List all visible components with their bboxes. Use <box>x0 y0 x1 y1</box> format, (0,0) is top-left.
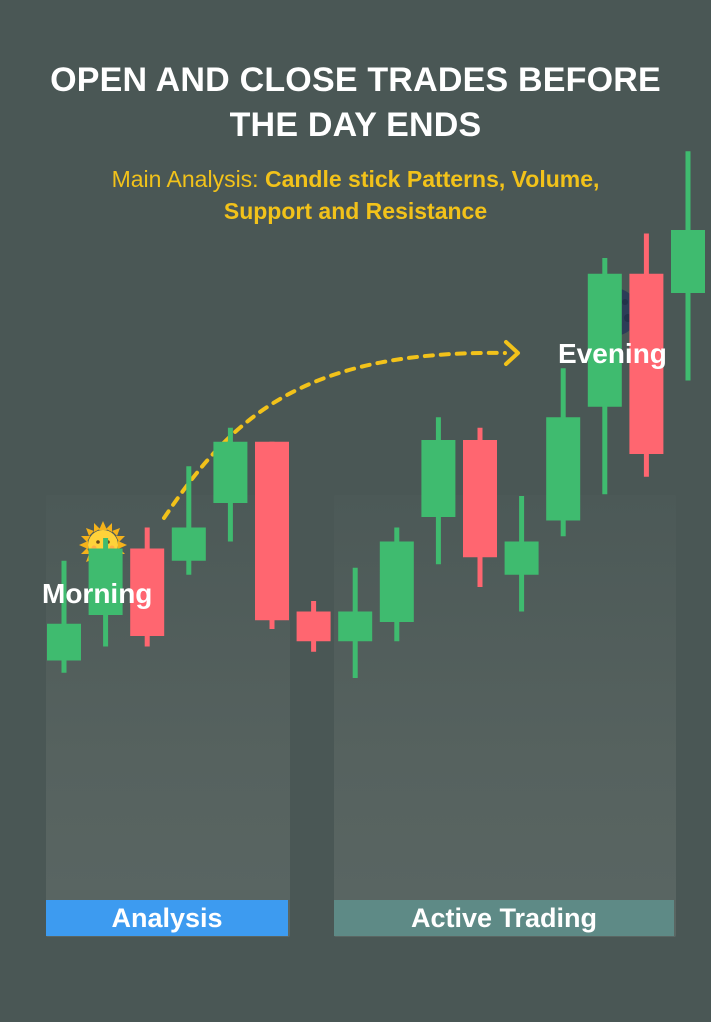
candle-body <box>47 623 81 661</box>
candle-body <box>296 611 331 642</box>
candle-body <box>171 527 206 561</box>
candlestick-chart <box>47 151 705 678</box>
candle-16 <box>671 151 705 381</box>
candle-5 <box>213 427 248 542</box>
candle-body <box>255 441 289 621</box>
candle-9 <box>379 527 414 642</box>
candle-10 <box>421 417 456 565</box>
candle-8 <box>338 567 373 678</box>
analysis-band: Analysis <box>46 900 288 936</box>
morning-label: Morning <box>42 578 153 609</box>
candle-6 <box>255 441 289 629</box>
candle-body <box>463 440 497 558</box>
candle-13 <box>546 368 581 537</box>
candle-body <box>421 440 456 517</box>
candle-body <box>504 541 539 575</box>
candle-body <box>213 441 248 503</box>
candle-12 <box>504 496 539 612</box>
candle-14 <box>587 258 622 495</box>
candle-7 <box>296 601 331 652</box>
arrow-head-icon <box>504 340 520 366</box>
candle-body <box>379 541 414 622</box>
candle-body <box>546 417 581 521</box>
candle-4 <box>171 466 206 575</box>
evening-label: Evening <box>558 338 667 369</box>
candle-11 <box>463 427 497 587</box>
active-trading-band: Active Trading <box>334 900 674 936</box>
candle-body <box>671 230 705 293</box>
candle-body <box>338 611 373 642</box>
